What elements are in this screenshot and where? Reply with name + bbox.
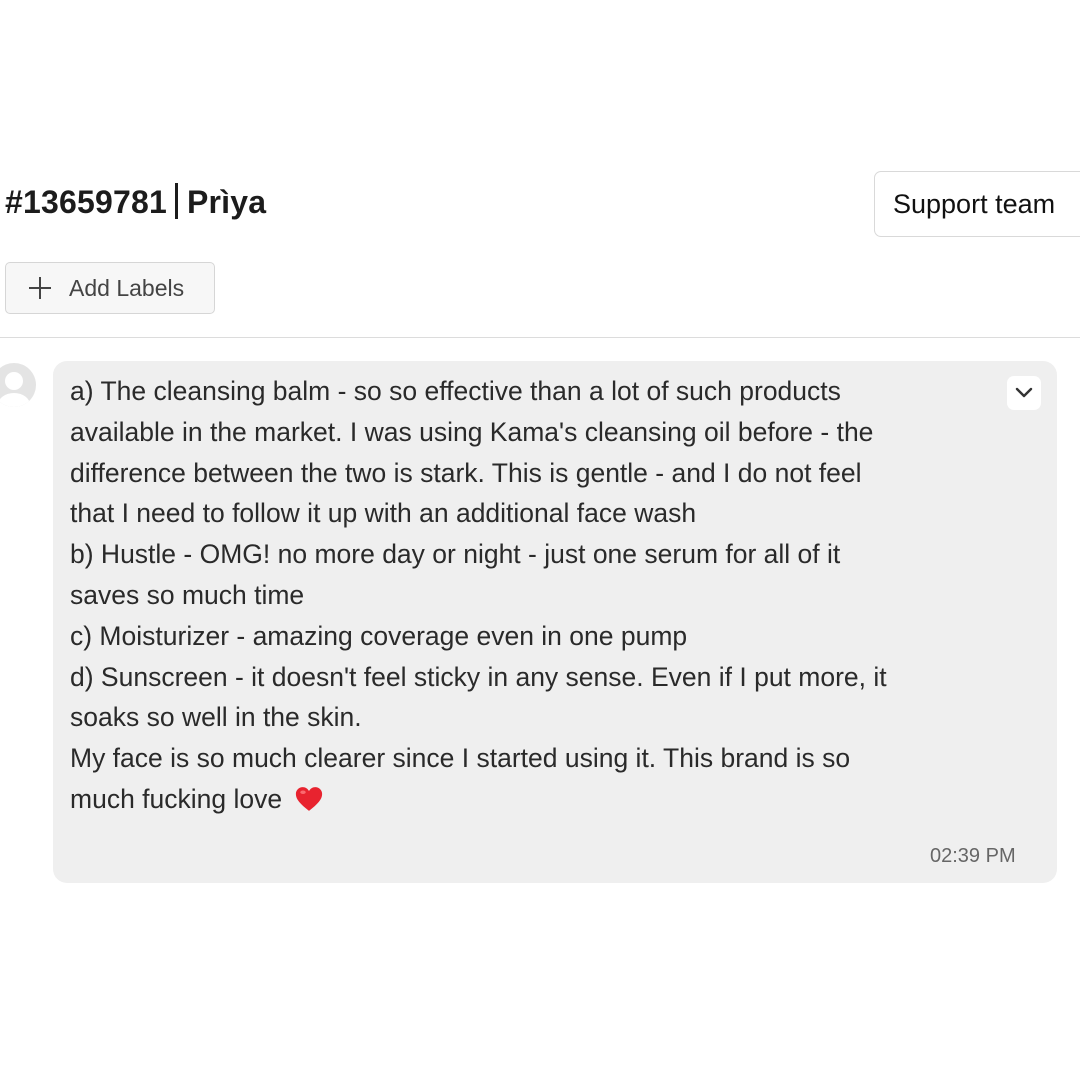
message-line: a) The cleansing balm - so so effective … (70, 376, 841, 406)
message-line-text: much fucking love (70, 783, 283, 814)
conversation-title: #13659781 Prìya (5, 183, 266, 221)
message-options-button[interactable] (1007, 376, 1041, 410)
message-line: c) Moisturizer - amazing coverage even i… (70, 620, 688, 651)
sender-avatar (0, 363, 36, 407)
message-line: difference between the two is stark. Thi… (70, 457, 862, 488)
message-timestamp: 02:39 PM (930, 845, 1016, 867)
message-line: My face is so much clearer since I start… (70, 743, 851, 774)
ticket-id: #13659781 (5, 184, 167, 220)
message-line: saves so much time (70, 579, 305, 610)
message-line: d) Sunscreen - it doesn't feel sticky in… (70, 661, 887, 692)
heart-icon (295, 787, 323, 811)
message-line: available in the market. I was using Kam… (70, 416, 874, 447)
conversation-view: #13659781 Prìya Support team Add Labels a… (0, 0, 1080, 1080)
chevron-down-icon (1015, 387, 1033, 398)
message-bubble: a) The cleansing balm - so so effective … (53, 361, 1057, 883)
header-divider (0, 337, 1080, 338)
message-line: soaks so well in the skin. (70, 702, 362, 733)
message-line-last: much fucking love (70, 779, 997, 820)
customer-name: Prìya (186, 184, 267, 220)
message-line: b) Hustle - OMG! no more day or night - … (70, 539, 841, 570)
add-labels-label: Add Labels (69, 274, 185, 301)
add-labels-button[interactable]: Add Labels (5, 262, 215, 314)
assign-team-button[interactable]: Support team (874, 171, 1080, 237)
plus-icon (29, 277, 51, 299)
message-line: that I need to follow it up with an addi… (70, 498, 697, 529)
title-separator (174, 183, 178, 219)
team-button-label: Support team (893, 189, 1056, 219)
